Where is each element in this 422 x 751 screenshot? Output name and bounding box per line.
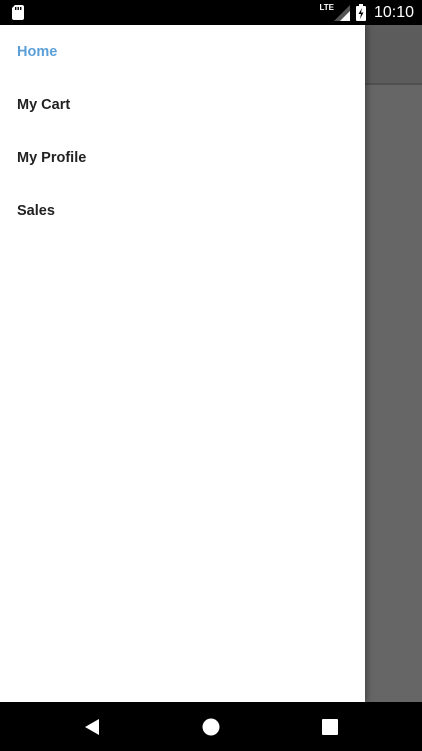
- sim-card-icon: [12, 5, 24, 20]
- status-time: 10:10: [373, 3, 414, 21]
- navigation-bar: [0, 702, 422, 751]
- drawer-item-my-profile[interactable]: My Profile: [0, 131, 365, 184]
- navigation-drawer: Home My Cart My Profile Sales: [0, 25, 365, 702]
- battery-charging-icon: [355, 4, 366, 21]
- drawer-item-my-cart[interactable]: My Cart: [0, 78, 365, 131]
- recents-icon: [322, 718, 338, 735]
- home-icon: [202, 718, 220, 735]
- home-button[interactable]: [181, 702, 241, 751]
- recents-button[interactable]: [300, 702, 360, 751]
- back-icon: [85, 718, 99, 735]
- network-type-label: LTE: [319, 3, 334, 12]
- drawer-item-home[interactable]: Home: [0, 25, 365, 78]
- status-icons: LTE 10:10: [319, 0, 414, 25]
- back-button[interactable]: [62, 702, 122, 751]
- screen: LTE 10:10 Home My Cart My Profile Sales: [0, 0, 422, 751]
- status-bar: LTE 10:10: [0, 0, 422, 25]
- drawer-item-sales[interactable]: Sales: [0, 184, 365, 237]
- signal-icon: [333, 4, 350, 21]
- drawer-menu: Home My Cart My Profile Sales: [0, 25, 365, 237]
